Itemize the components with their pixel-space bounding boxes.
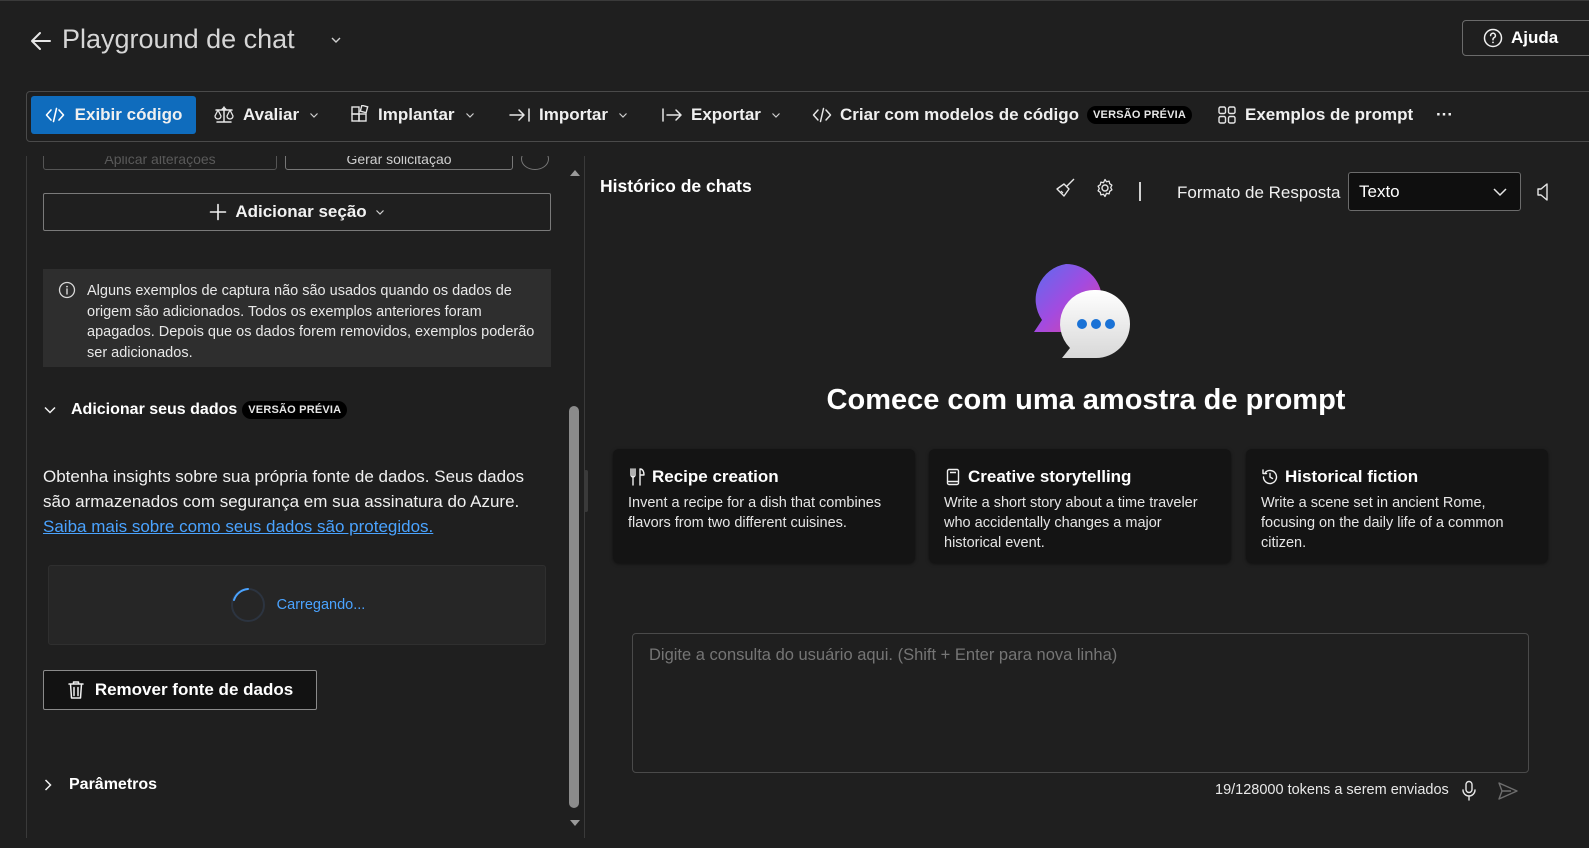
import-arrow-icon: [509, 107, 531, 123]
send-icon[interactable]: [1497, 781, 1519, 801]
generate-request-button[interactable]: Gerar solicitação: [285, 156, 513, 170]
chevron-down-icon: [1492, 187, 1508, 197]
trash-icon: [67, 680, 85, 700]
more-options-button[interactable]: ···: [1436, 96, 1453, 134]
welcome-heading: Comece com uma amostra de prompt: [826, 384, 1346, 416]
deploy-blocks-icon: [350, 105, 370, 125]
remove-data-source-label: Remover fonte de dados: [94, 680, 294, 699]
apply-changes-label: Aplicar alterações: [104, 156, 216, 167]
info-message: Alguns exemplos de captura não são usado…: [43, 269, 551, 367]
response-format-label: Formato de Resposta: [1177, 183, 1341, 202]
create-with-code-label: Criar com modelos de código: [840, 105, 1079, 124]
settings-gear-icon[interactable]: [1094, 177, 1116, 199]
create-with-code-button[interactable]: Criar com modelos de código VERSÃO PRÉVI…: [812, 96, 1193, 134]
deploy-button[interactable]: Implantar: [350, 96, 475, 134]
help-icon: [1483, 28, 1503, 48]
chat-bubbles-icon: [1026, 262, 1134, 362]
title-chevron-down-icon[interactable]: [330, 35, 342, 45]
add-section-button[interactable]: Adicionar seção: [43, 193, 551, 231]
evaluate-label: Avaliar: [243, 105, 300, 124]
deploy-label: Implantar: [378, 105, 455, 124]
evaluate-button[interactable]: Avaliar: [213, 96, 319, 134]
response-format-value: Texto: [1359, 181, 1400, 201]
loading-label: Carregando...: [276, 597, 366, 613]
parameters-label: Parâmetros: [69, 776, 158, 793]
apply-changes-button[interactable]: Aplicar alterações: [43, 156, 277, 170]
generate-request-label: Gerar solicitação: [346, 156, 452, 167]
chevron-right-icon: [43, 778, 53, 792]
refresh-button[interactable]: [521, 156, 549, 170]
view-code-button[interactable]: Exibir código: [31, 96, 196, 134]
import-label: Importar: [539, 105, 608, 124]
add-data-heading: Adicionar seus dados: [71, 401, 238, 418]
speaker-icon[interactable]: [1535, 181, 1553, 203]
grid-icon: [1217, 105, 1237, 125]
back-arrow-icon[interactable]: [28, 28, 54, 54]
prompt-card-storytelling[interactable]: Creative storytelling Write a short stor…: [929, 449, 1231, 563]
chevron-down-icon: [618, 111, 628, 119]
chat-history-title: Histórico de chats: [600, 176, 752, 196]
chevron-down-icon: [771, 111, 781, 119]
parameters-section-toggle[interactable]: Parâmetros: [43, 776, 157, 794]
help-button[interactable]: Ajuda: [1462, 20, 1589, 56]
data-description-text: Obtenha insights sobre sua própria fonte…: [43, 467, 525, 511]
code-icon: [812, 107, 832, 123]
prompt-card-recipe[interactable]: Recipe creation Invent a recipe for a di…: [613, 449, 915, 563]
chevron-down-icon: [43, 405, 57, 415]
token-count: 19/128000 tokens a serem enviados: [1215, 782, 1449, 798]
toolbar-separator: [1139, 182, 1141, 201]
data-source-loading: Carregando...: [48, 565, 546, 645]
chat-input[interactable]: [632, 633, 1529, 773]
card-title: Historical fiction: [1285, 467, 1419, 486]
book-icon: [944, 468, 962, 486]
plus-icon: [209, 203, 227, 221]
panel-splitter-handle[interactable]: [584, 470, 588, 512]
export-arrow-icon: [661, 107, 683, 123]
utensils-icon: [628, 468, 646, 486]
card-description: Invent a recipe for a dish that combines…: [628, 495, 882, 531]
info-text: Alguns exemplos de captura não são usado…: [87, 283, 535, 361]
left-config-panel: Aplicar alterações Gerar solicitação Adi…: [26, 156, 585, 838]
chevron-down-icon: [375, 208, 385, 216]
data-protection-link[interactable]: Saiba mais sobre como seus dados são pro…: [43, 517, 433, 536]
help-label: Ajuda: [1511, 28, 1559, 47]
preview-badge: VERSÃO PRÉVIA: [242, 401, 348, 419]
add-data-section-toggle[interactable]: Adicionar seus dados VERSÃO PRÉVIA: [43, 401, 348, 419]
preview-badge: VERSÃO PRÉVIA: [1087, 106, 1193, 124]
import-button[interactable]: Importar: [509, 96, 628, 134]
data-description: Obtenha insights sobre sua própria fonte…: [43, 464, 543, 539]
page-title: Playground de chat: [62, 24, 295, 54]
export-label: Exportar: [691, 105, 761, 124]
response-format-select[interactable]: Texto: [1348, 172, 1521, 211]
code-icon: [45, 107, 65, 123]
spinner-icon: [229, 586, 267, 624]
scrollbar-thumb[interactable]: [569, 406, 579, 808]
card-description: Write a short story about a time travele…: [944, 495, 1198, 551]
more-label: ···: [1436, 105, 1453, 124]
chevron-down-icon: [465, 111, 475, 119]
top-border: [0, 0, 1589, 1]
card-title: Recipe creation: [652, 467, 779, 486]
info-icon: [58, 281, 76, 299]
card-description: Write a scene set in ancient Rome, focus…: [1261, 495, 1504, 551]
view-code-label: Exibir código: [74, 105, 183, 124]
remove-data-source-button[interactable]: Remover fonte de dados: [43, 670, 317, 710]
add-section-label: Adicionar seção: [235, 202, 367, 221]
export-button[interactable]: Exportar: [661, 96, 781, 134]
prompt-examples-label: Exemplos de prompt: [1245, 105, 1414, 124]
card-title: Creative storytelling: [968, 467, 1132, 486]
chevron-down-icon: [309, 111, 319, 119]
prompt-examples-button[interactable]: Exemplos de prompt: [1217, 96, 1413, 134]
prompt-card-historical[interactable]: Historical fiction Write a scene set in …: [1246, 449, 1548, 563]
history-icon: [1261, 468, 1279, 486]
scale-icon: [213, 105, 235, 125]
clear-chat-broom-icon[interactable]: [1055, 177, 1077, 199]
microphone-icon[interactable]: [1460, 780, 1478, 802]
